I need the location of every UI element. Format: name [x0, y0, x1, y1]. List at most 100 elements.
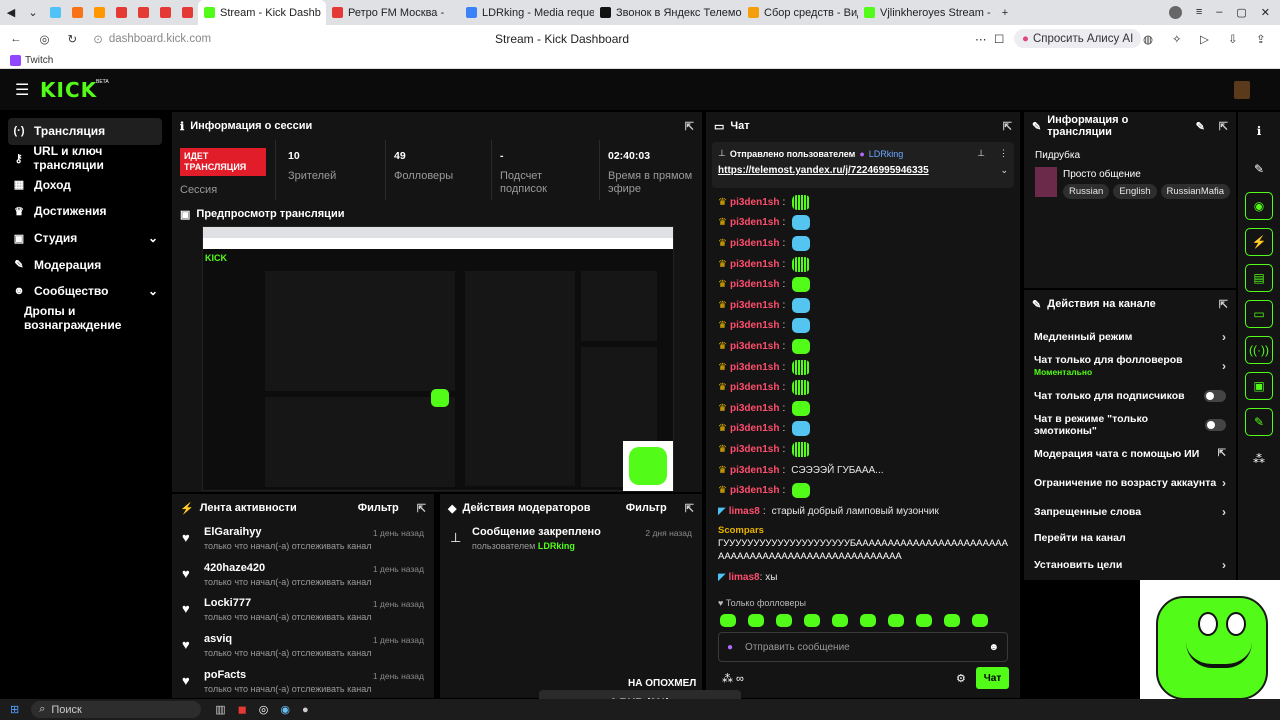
chat-username[interactable]: pi3den1sh [730, 320, 779, 331]
popout-icon[interactable]: ⇱ [1003, 120, 1012, 133]
sidebar-item-studio[interactable]: ▣ Студия ⌄ [0, 225, 170, 252]
emote-icon[interactable] [944, 614, 960, 627]
go-to-channel-row[interactable]: Перейти на канал [1024, 526, 1236, 550]
chat-username[interactable]: Scompars [718, 524, 1012, 537]
windows-start-icon[interactable]: ⊞ [10, 703, 19, 716]
pinned-link[interactable]: https://telemost.yandex.ru/j/72246995946… [718, 165, 929, 176]
tab-stream[interactable]: Vjlinkheroyes Stream - Wa [858, 0, 994, 25]
info-icon[interactable]: ℹ [1244, 116, 1274, 146]
sidebar-item-stream-key[interactable]: ⚷ URL и ключ трансляции [0, 144, 170, 172]
followers-only-row[interactable]: Чат только для фолловеров Моментально › [1024, 351, 1236, 381]
steam-icon[interactable]: ◉ [280, 703, 290, 716]
sidebar-item-moderation[interactable]: ✎ Модерация [0, 251, 170, 278]
set-goals-row[interactable]: Установить цели › [1024, 550, 1236, 579]
user-avatar[interactable] [1234, 81, 1250, 99]
obs-icon[interactable]: ● [302, 704, 309, 716]
tab-media-request[interactable]: LDRking - Media request [460, 0, 594, 25]
slow-mode-row[interactable]: Медленный режим › [1024, 322, 1236, 351]
chat-username[interactable]: limas8 [728, 572, 759, 583]
minimize-icon[interactable]: – [1216, 6, 1222, 19]
emote-icon[interactable] [916, 614, 932, 627]
chat-username[interactable]: limas8 [729, 506, 760, 517]
pinned-tab[interactable] [154, 0, 176, 25]
pinned-tab[interactable] [132, 0, 154, 25]
reload-icon[interactable]: ↻ [68, 32, 78, 46]
emote-icon[interactable] [972, 614, 988, 627]
ai-moderation-row[interactable]: Модерация чата с помощью ИИ ⇱ [1024, 439, 1236, 468]
hamburger-icon[interactable]: ☰ [15, 80, 29, 100]
gear-icon[interactable]: ⚙ [956, 672, 966, 685]
bookmark-icon[interactable]: ☐ [994, 32, 1004, 46]
pinned-tab[interactable] [176, 0, 198, 25]
tag-chip[interactable]: English [1113, 184, 1157, 199]
profile-avatar[interactable] [1168, 6, 1182, 19]
list-item[interactable]: ♥ ElGaraihyy только что начал(-а) отслежив… [172, 522, 434, 558]
back-icon[interactable]: ← [10, 33, 22, 45]
emote-icon[interactable] [860, 614, 876, 627]
list-item[interactable]: ♥ asviq только что начал(-а) отслеживать к… [172, 629, 434, 665]
task-view-icon[interactable]: ▥ [215, 703, 225, 716]
points-icon[interactable]: ⁂ ∞ [722, 672, 744, 685]
tab-retro-fm[interactable]: Ретро FM Москва - [326, 0, 460, 25]
pinned-tab[interactable] [110, 0, 132, 25]
more-icon[interactable]: ⋯ [975, 32, 987, 46]
mod-action-item[interactable]: ⊥ Сообщение закреплено пользователем LDR… [440, 522, 702, 562]
chat-username[interactable]: pi3den1sh [730, 423, 779, 434]
yandex-browser-icon[interactable]: ◎ [259, 703, 269, 716]
yandex-music-icon[interactable]: ◼ [238, 703, 247, 716]
close-window-icon[interactable]: ✕ [1261, 6, 1270, 19]
popout-icon[interactable]: ⇱ [685, 120, 694, 133]
tag-chip[interactable]: RussianMafia [1160, 184, 1231, 199]
subscribers-only-toggle[interactable] [1204, 389, 1226, 402]
downloads-icon[interactable]: ⇩ [1228, 32, 1238, 46]
broadcast-icon[interactable]: ((·)) [1245, 336, 1273, 364]
stream-preview-video[interactable]: KICK [202, 226, 674, 491]
pinned-tab[interactable] [66, 0, 88, 25]
media-icon[interactable]: ▷ [1200, 32, 1209, 46]
audio-icon[interactable]: ◀ [0, 0, 22, 25]
chat-username[interactable]: pi3den1sh [730, 217, 779, 228]
pinned-tab[interactable] [44, 0, 66, 25]
menu-icon[interactable]: ≡ [1196, 6, 1202, 19]
stream-category[interactable]: Просто общение [1063, 169, 1141, 180]
chat-username[interactable]: pi3den1sh [730, 403, 779, 414]
globe-icon[interactable]: ◍ [1143, 32, 1153, 46]
send-chat-button[interactable]: Чат [976, 667, 1009, 689]
emote-icon[interactable] [832, 614, 848, 627]
chat-icon[interactable]: ▭ [1245, 300, 1273, 328]
url-text[interactable]: dashboard.kick.com [109, 33, 211, 45]
pinned-tab[interactable] [88, 0, 110, 25]
chevron-down-icon[interactable]: ⌄ [22, 0, 44, 25]
camera-icon[interactable]: ◉ [1245, 192, 1273, 220]
emote-icon[interactable] [804, 614, 820, 627]
list-item[interactable]: ♥ Locki777 только что начал(-а) отслеживат… [172, 593, 434, 629]
chat-username[interactable]: pi3den1sh [730, 465, 779, 476]
chat-username[interactable]: pi3den1sh [730, 485, 779, 496]
popout-icon[interactable]: ⇱ [685, 502, 694, 515]
emote-icon[interactable] [748, 614, 764, 627]
unpin-icon[interactable]: ⊥ [977, 148, 985, 159]
tab-kick-dashboard[interactable]: Stream - Kick Dashb✕ [198, 0, 326, 25]
edit-icon[interactable]: ✎ [1196, 120, 1205, 133]
account-age-row[interactable]: Ограничение по возрасту аккаунта › [1024, 468, 1236, 497]
pinned-message[interactable]: ⊥ Отправлено пользователем ● LDRking ⊥ ⋮ http… [712, 142, 1014, 188]
share-icon[interactable]: ⇪ [1256, 32, 1266, 46]
chat-input[interactable]: ● Отправить сообщение ☻ [718, 632, 1008, 662]
filter-button[interactable]: Фильтр [626, 502, 667, 514]
wrench-icon[interactable]: ✎ [1245, 408, 1273, 436]
popout-icon[interactable]: ⇱ [417, 502, 426, 515]
kick-logo[interactable]: KICK [40, 78, 97, 102]
emote-icon[interactable] [720, 614, 736, 627]
privacy-icon[interactable]: ◎ [40, 32, 50, 46]
more-icon[interactable]: ⋮ [999, 148, 1008, 159]
emote-icon[interactable] [776, 614, 792, 627]
taskbar-search[interactable]: ⌕ Поиск [31, 701, 202, 718]
chat-username[interactable]: pi3den1sh [730, 259, 779, 270]
tab-telemost[interactable]: Звонок в Яндекс Телемос [594, 0, 742, 25]
chat-username[interactable]: pi3den1sh [730, 300, 779, 311]
emoji-icon[interactable]: ☻ [988, 642, 999, 653]
banned-words-row[interactable]: Запрещенные слова › [1024, 497, 1236, 526]
bookmark-twitch[interactable]: Twitch [25, 55, 53, 66]
sidebar-item-revenue[interactable]: ▦ Доход [0, 171, 170, 198]
filter-button[interactable]: Фильтр [358, 502, 399, 514]
